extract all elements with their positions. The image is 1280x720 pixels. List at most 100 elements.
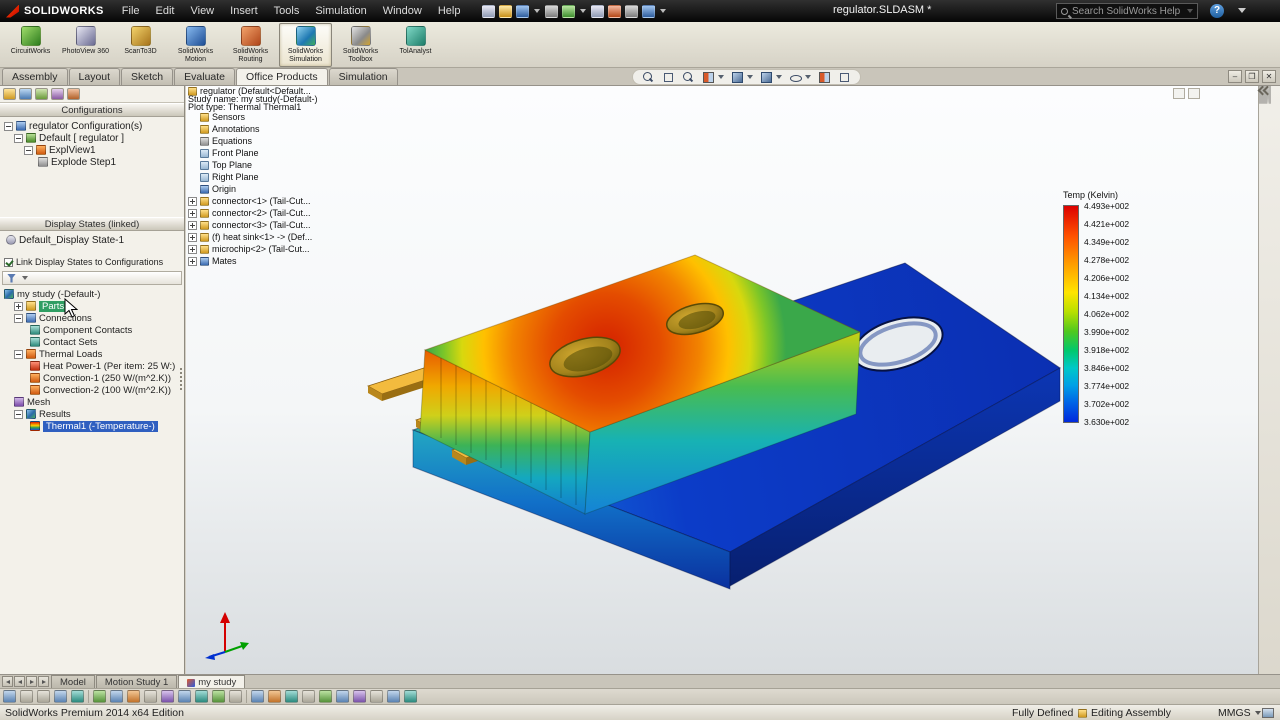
sim-toolbar-icon[interactable] xyxy=(54,690,67,703)
doc-minimize-button[interactable]: – xyxy=(1228,70,1242,83)
tab-simulation[interactable]: Simulation xyxy=(329,68,398,85)
expand-icon[interactable] xyxy=(188,245,197,254)
hide-show-dropdown-icon[interactable] xyxy=(805,75,811,79)
file-properties-icon[interactable] xyxy=(625,5,638,18)
study-heat-power-row[interactable]: Heat Power-1 (Per item: 25 W:) xyxy=(0,360,184,372)
save-dropdown-icon[interactable] xyxy=(534,9,540,13)
tab-office-products[interactable]: Office Products xyxy=(236,68,328,85)
panel-splitter-grip[interactable] xyxy=(180,368,183,390)
ribbon-button-photoview-360[interactable]: PhotoView 360 xyxy=(59,23,112,67)
tree-row[interactable]: Origin xyxy=(188,183,318,195)
display-state-row[interactable]: Default_Display State-1 xyxy=(0,234,184,246)
tree-row[interactable]: connector<1> (Tail-Cut... xyxy=(188,195,318,207)
view-orientation-icon[interactable] xyxy=(731,71,744,84)
study-contact-sets-row[interactable]: Contact Sets xyxy=(0,336,184,348)
status-panel-icon[interactable] xyxy=(1262,708,1274,718)
propertymanager-tab-icon[interactable] xyxy=(19,88,32,100)
study-thermal1-row[interactable]: Thermal1 (-Temperature-) xyxy=(0,420,184,432)
tree-row[interactable]: Equations xyxy=(188,135,318,147)
link-display-states-checkbox[interactable] xyxy=(4,258,13,267)
apply-scene-icon[interactable] xyxy=(818,71,831,84)
scroll-left-icon[interactable] xyxy=(14,676,25,687)
expand-icon[interactable] xyxy=(188,221,197,230)
collapse-icon[interactable] xyxy=(24,146,33,155)
units-dropdown[interactable]: MMGS xyxy=(1218,707,1261,719)
tab-assembly[interactable]: Assembly xyxy=(2,68,68,85)
tab-my-study[interactable]: my study xyxy=(178,675,245,688)
menu-tools[interactable]: Tools xyxy=(266,2,308,20)
tab-layout[interactable]: Layout xyxy=(69,68,121,85)
tree-row[interactable]: Explode Step1 xyxy=(0,156,184,168)
ribbon-button-tolanalyst[interactable]: TolAnalyst xyxy=(389,23,442,67)
tab-evaluate[interactable]: Evaluate xyxy=(174,68,235,85)
search-dropdown-icon[interactable] xyxy=(1187,9,1193,13)
sim-toolbar-icon[interactable] xyxy=(144,690,157,703)
menu-file[interactable]: File xyxy=(114,2,148,20)
save-icon[interactable] xyxy=(516,5,529,18)
sim-toolbar-icon[interactable] xyxy=(302,690,315,703)
undo-dropdown-icon[interactable] xyxy=(580,9,586,13)
tree-row[interactable]: Sensors xyxy=(188,111,318,123)
sim-toolbar-icon[interactable] xyxy=(127,690,140,703)
study-connections-row[interactable]: Connections xyxy=(0,312,184,324)
doc-close-button[interactable]: ✕ xyxy=(1262,70,1276,83)
study-convection1-row[interactable]: Convection-1 (250 W/(m^2.K)) xyxy=(0,372,184,384)
zoom-fit-icon[interactable] xyxy=(642,71,655,84)
tree-row[interactable]: Annotations xyxy=(188,123,318,135)
sim-toolbar-icon[interactable] xyxy=(161,690,174,703)
display-style-dropdown-icon[interactable] xyxy=(776,75,782,79)
menu-simulation[interactable]: Simulation xyxy=(307,2,374,20)
tree-row[interactable]: Mates xyxy=(188,255,318,267)
menu-help[interactable]: Help xyxy=(430,2,469,20)
collapse-icon[interactable] xyxy=(14,350,23,359)
expand-icon[interactable] xyxy=(188,257,197,266)
collapse-icon[interactable] xyxy=(14,410,23,419)
display-style-icon[interactable] xyxy=(760,71,773,84)
scroll-first-icon[interactable] xyxy=(2,676,13,687)
expand-icon[interactable] xyxy=(14,302,23,311)
ribbon-button-scanto3d[interactable]: ScanTo3D xyxy=(114,23,167,67)
sim-toolbar-icon[interactable] xyxy=(110,690,123,703)
expand-icon[interactable] xyxy=(188,197,197,206)
ribbon-button-solidworks-toolbox[interactable]: SolidWorks Toolbox xyxy=(334,23,387,67)
tree-row[interactable]: connector<3> (Tail-Cut... xyxy=(188,219,318,231)
scroll-last-icon[interactable] xyxy=(38,676,49,687)
undo-icon[interactable] xyxy=(562,5,575,18)
menu-edit[interactable]: Edit xyxy=(148,2,183,20)
menu-insert[interactable]: Insert xyxy=(222,2,266,20)
previous-view-icon[interactable] xyxy=(682,71,695,84)
expand-icon[interactable] xyxy=(188,233,197,242)
open-icon[interactable] xyxy=(499,5,512,18)
tab-sketch[interactable]: Sketch xyxy=(121,68,173,85)
collapse-icon[interactable] xyxy=(14,314,23,323)
tree-row[interactable]: connector<2> (Tail-Cut... xyxy=(188,207,318,219)
tree-row[interactable]: microchip<2> (Tail-Cut... xyxy=(188,243,318,255)
doc-restore-button[interactable]: ❐ xyxy=(1245,70,1259,83)
study-parts-row[interactable]: Parts xyxy=(0,300,184,312)
collapse-icon[interactable] xyxy=(14,134,23,143)
ribbon-button-circuitworks[interactable]: CircuitWorks xyxy=(4,23,57,67)
graphics-viewport[interactable]: regulator (Default<Default... Study name… xyxy=(186,86,1258,674)
zoom-area-icon[interactable] xyxy=(662,71,675,84)
expand-icon[interactable] xyxy=(188,209,197,218)
section-dropdown-icon[interactable] xyxy=(718,75,724,79)
tree-row[interactable]: ExplView1 xyxy=(0,144,184,156)
dimxpertmanager-tab-icon[interactable] xyxy=(51,88,64,100)
study-thermal-loads-row[interactable]: Thermal Loads xyxy=(0,348,184,360)
featuremanager-tab-icon[interactable] xyxy=(3,88,16,100)
tree-row[interactable]: Top Plane xyxy=(188,159,318,171)
ribbon-button-solidworks-motion[interactable]: SolidWorks Motion xyxy=(169,23,222,67)
scroll-right-icon[interactable] xyxy=(26,676,37,687)
new-document-icon[interactable] xyxy=(482,5,495,18)
study-root-row[interactable]: my study (-Default-) xyxy=(0,288,184,300)
sim-toolbar-icon[interactable] xyxy=(353,690,366,703)
displaymanager-tab-icon[interactable] xyxy=(67,88,80,100)
sim-toolbar-icon[interactable] xyxy=(336,690,349,703)
display-pane-toggle-icon[interactable] xyxy=(1173,88,1185,99)
section-view-icon[interactable] xyxy=(702,71,715,84)
study-results-row[interactable]: Results xyxy=(0,408,184,420)
sim-toolbar-icon[interactable] xyxy=(229,690,242,703)
sim-toolbar-icon[interactable] xyxy=(387,690,400,703)
sim-toolbar-icon[interactable] xyxy=(319,690,332,703)
tree-row[interactable]: Front Plane xyxy=(188,147,318,159)
